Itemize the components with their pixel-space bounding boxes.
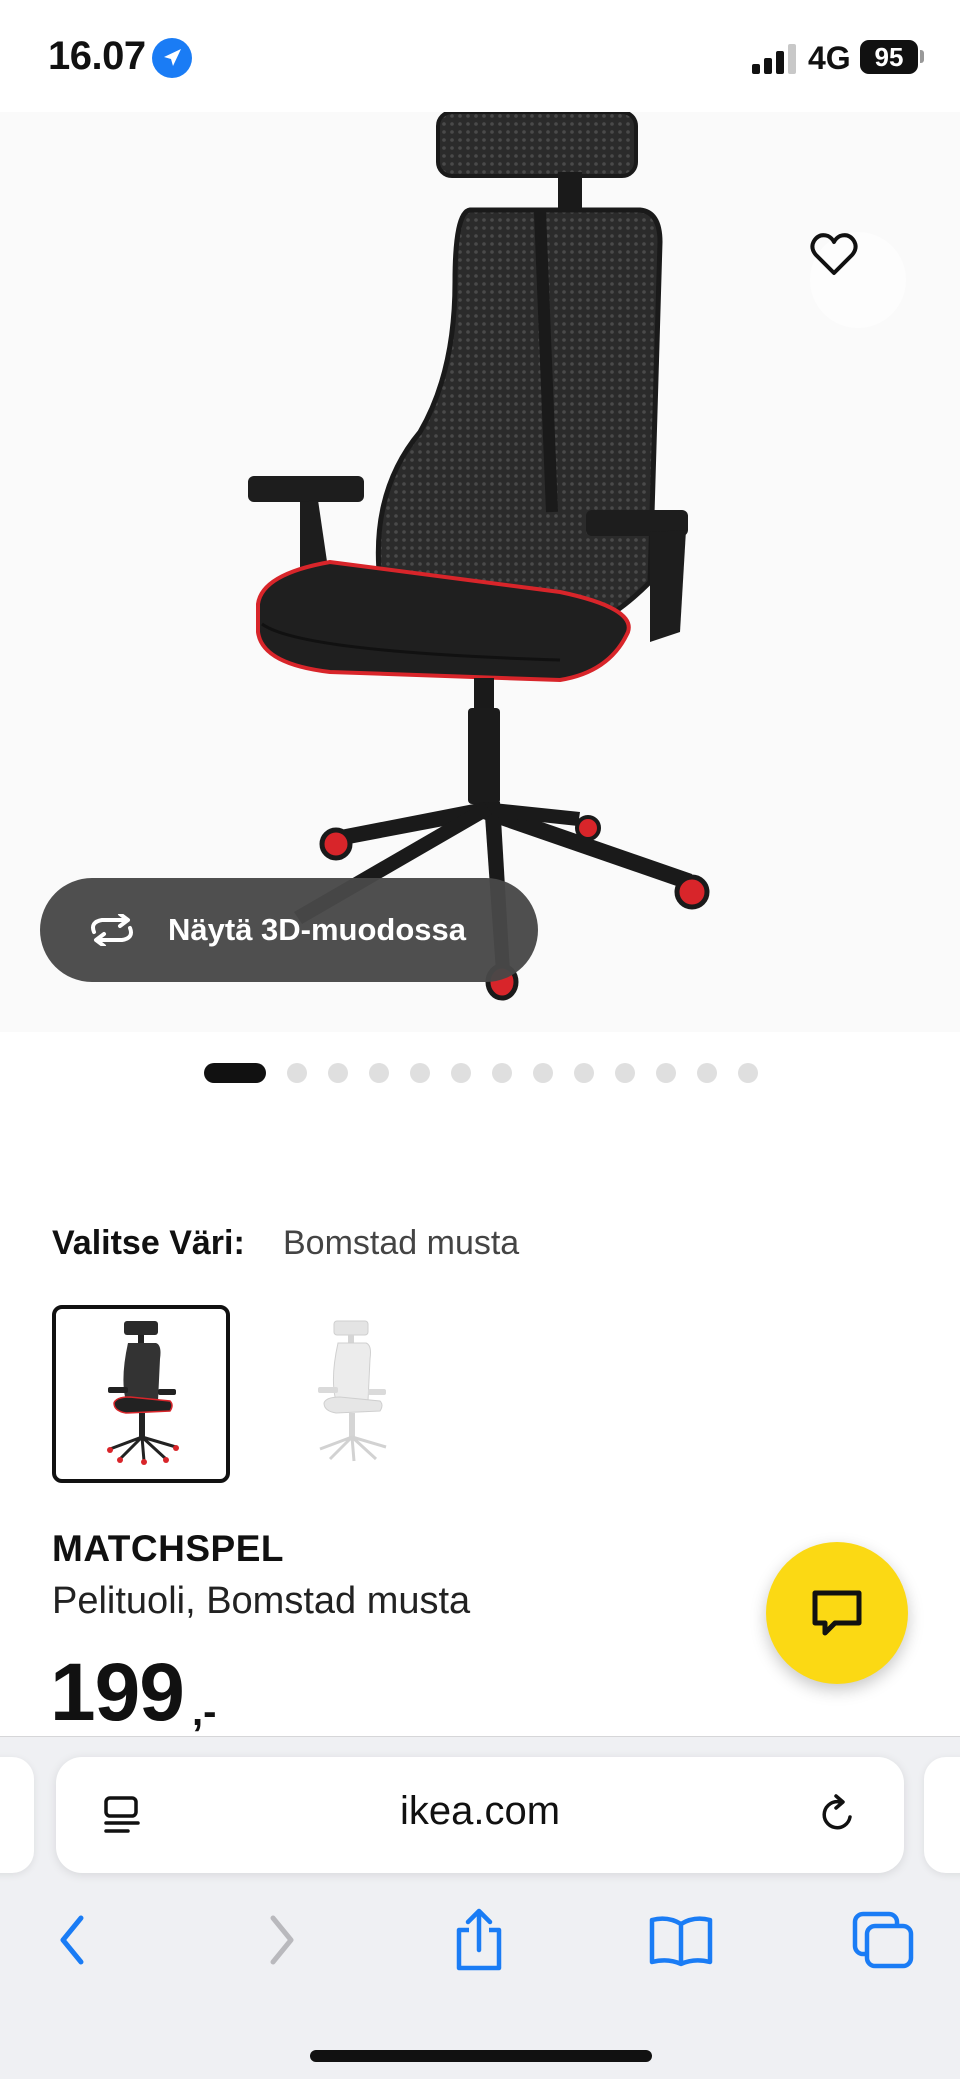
- pagination-dot[interactable]: [574, 1063, 594, 1083]
- location-arrow-icon: [152, 38, 192, 78]
- price-suffix: ,-: [192, 1690, 217, 1734]
- color-label: Valitse Väri:: [52, 1224, 245, 1262]
- address-bar[interactable]: ikea.com: [56, 1757, 904, 1873]
- battery-tip: [920, 50, 924, 63]
- pagination-dot[interactable]: [451, 1063, 471, 1083]
- pagination-dot[interactable]: [328, 1063, 348, 1083]
- product-name: MATCHSPEL: [52, 1528, 284, 1569]
- share-icon: [456, 1908, 502, 1971]
- product-price: 199: [50, 1647, 185, 1738]
- pagination-dot[interactable]: [410, 1063, 430, 1083]
- pagination-dot[interactable]: [204, 1063, 266, 1083]
- tabs-icon: [852, 1911, 914, 1969]
- status-time: 16.07: [48, 34, 146, 78]
- rotate-3d-icon: [91, 914, 133, 946]
- heart-icon: [810, 233, 858, 275]
- url-text: ikea.com: [399, 1789, 561, 1833]
- chair-thumbnail-black: [107, 1321, 179, 1465]
- next-tab-preview[interactable]: [924, 1757, 960, 1873]
- tabs-button[interactable]: [848, 1905, 918, 1975]
- back-button[interactable]: [38, 1905, 108, 1975]
- favorite-button[interactable]: [810, 232, 906, 328]
- color-swatch-white[interactable]: [262, 1305, 440, 1483]
- color-value: Bomstad musta: [283, 1224, 520, 1262]
- pagination-dot[interactable]: [738, 1063, 758, 1083]
- chevron-right-icon: [270, 1915, 294, 1965]
- share-button[interactable]: [444, 1905, 514, 1975]
- browser-toolbar: ikea.com: [0, 1736, 960, 2079]
- color-swatch-black[interactable]: [52, 1305, 230, 1483]
- previous-tab-preview[interactable]: [0, 1757, 34, 1873]
- pagination-dot[interactable]: [656, 1063, 676, 1083]
- product-description: Pelituoli, Bomstad musta: [52, 1580, 471, 1622]
- battery-indicator: 95: [860, 40, 918, 74]
- pagination-dot[interactable]: [369, 1063, 389, 1083]
- view-3d-button[interactable]: Näytä 3D-muodossa: [40, 878, 538, 982]
- pagination-dot[interactable]: [492, 1063, 512, 1083]
- pagination-dot[interactable]: [615, 1063, 635, 1083]
- pagination-dot[interactable]: [287, 1063, 307, 1083]
- status-bar: 16.07 4G 95: [0, 0, 960, 112]
- chat-button[interactable]: [766, 1542, 908, 1684]
- book-icon: [649, 1916, 713, 1967]
- chat-bubble-icon: [812, 1590, 862, 1636]
- view-3d-label: Näytä 3D-muodossa: [168, 912, 467, 947]
- pagination-dot[interactable]: [533, 1063, 553, 1083]
- forward-button[interactable]: [246, 1905, 316, 1975]
- home-indicator[interactable]: [310, 2050, 652, 2062]
- image-pagination[interactable]: [204, 1062, 779, 1084]
- chair-thumbnail-white: [318, 1320, 387, 1462]
- reload-icon[interactable]: [816, 1793, 860, 1837]
- network-type: 4G: [808, 40, 851, 76]
- bookmarks-button[interactable]: [646, 1905, 716, 1975]
- cellular-signal-icon: [752, 44, 796, 74]
- pagination-dot[interactable]: [697, 1063, 717, 1083]
- chevron-left-icon: [60, 1915, 84, 1965]
